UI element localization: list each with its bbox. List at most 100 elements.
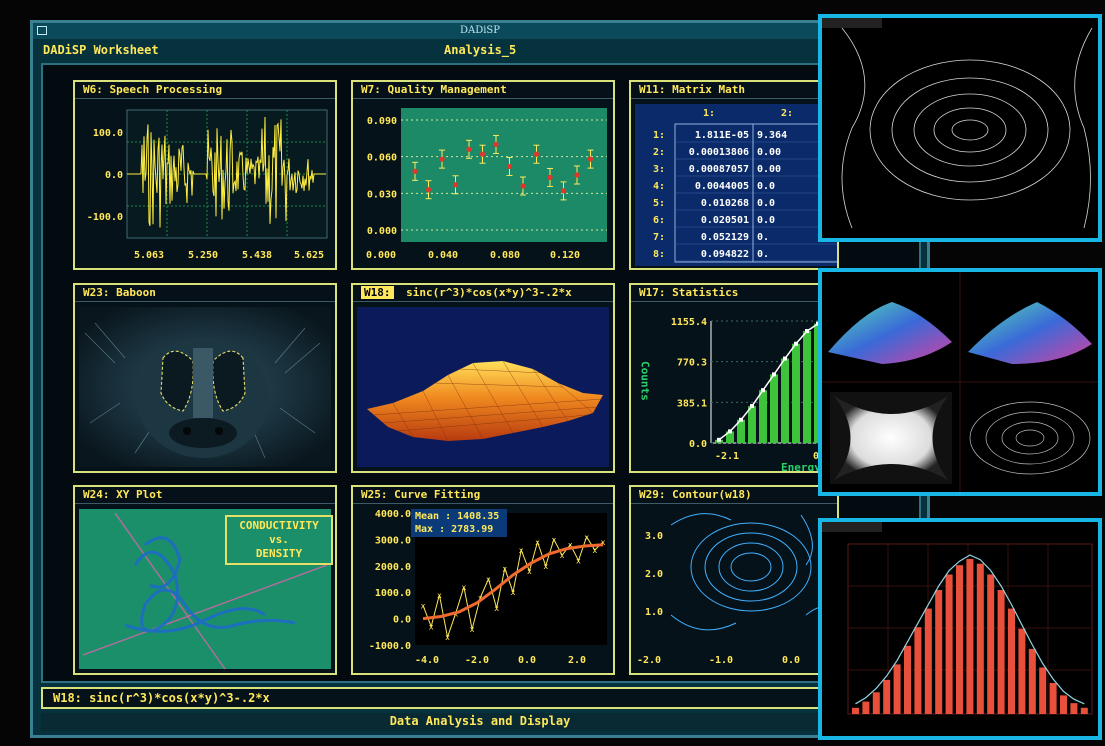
histogram-bar (872, 692, 880, 714)
cell-value: 0.010268 (701, 198, 749, 209)
x-tick-label: 5.438 (242, 250, 272, 261)
window-w6[interactable]: W6: Speech Processing 100.0 0.0 -100.0 5.06… (73, 80, 337, 270)
histogram-bar (1008, 608, 1015, 714)
y-tick-label: 0.0 (689, 439, 707, 450)
window-w7[interactable]: W7: Quality Management 0.090 0.060 0.030 0.… (351, 80, 615, 270)
status-footer: Data Analysis and Display (41, 713, 919, 731)
y-tick-label: 1000.0 (375, 588, 411, 599)
y-tick-label: -100.0 (87, 212, 123, 223)
histogram-bar (997, 590, 1005, 714)
window-w11[interactable]: W11: Matrix Math 1: 2: 1: 1.811E-05 9.364 2: 0… (629, 80, 839, 270)
contour-plot: 3.0 2.0 1.0 -2.0 -1.0 0.0 (637, 513, 837, 666)
data-point (425, 187, 432, 193)
x-tick-label: 5.063 (134, 250, 164, 261)
row-index: 4: (653, 181, 665, 192)
x-tick-label: -2.0 (637, 655, 661, 666)
surface-plot (357, 307, 609, 467)
cell-value: 1.811E-05 (695, 130, 749, 141)
data-point (587, 156, 594, 162)
cell-value: 0.00 (757, 147, 781, 158)
histogram-bar (1080, 707, 1088, 714)
data-point (412, 168, 418, 174)
y-tick-label: 0.030 (367, 189, 397, 200)
row-index: 8: (653, 249, 665, 260)
window-title: W24: XY Plot (75, 487, 335, 504)
window-title: W25: Curve Fitting (353, 487, 613, 504)
multi-view-panel (818, 268, 1102, 496)
x-tick-label: 5.250 (188, 250, 218, 261)
system-menu-icon[interactable] (37, 26, 47, 35)
y-tick-label: 1155.4 (671, 317, 707, 328)
histogram-bar (803, 331, 811, 443)
histogram-bar (956, 565, 963, 714)
cell-value: 0. (757, 249, 769, 260)
cell-value: 0.0 (757, 215, 775, 226)
x-tick-label: 0.0 (518, 655, 536, 666)
y-tick-label: 3000.0 (375, 535, 411, 546)
x-tick-label: -2.1 (715, 451, 739, 462)
dadisp-window: DADiSP DADiSP Worksheet Analysis_5 8-06-… (30, 20, 930, 738)
contour-map-plot (822, 18, 1098, 238)
y-tick-label: 0.060 (367, 153, 397, 164)
window-title: W7: Quality Management (353, 82, 613, 99)
cell-value: 0.00087057 (689, 164, 749, 175)
data-point (533, 151, 540, 157)
x-tick-label: 5.625 (294, 250, 324, 261)
window-w17[interactable]: W17: Statistics 1155.4 770.3 385.1 0.0 Count… (629, 283, 839, 473)
window-w23[interactable]: W23: Baboon (73, 283, 337, 473)
cell-value: 9.364 (757, 130, 787, 141)
data-point (466, 146, 472, 152)
window-w18[interactable]: W18: sinc(r^3)*cos(x*y)^3-.2*x (351, 283, 615, 473)
cell-value: 0. (757, 232, 769, 243)
data-point (560, 188, 567, 194)
x-tick-label: -1.0 (709, 655, 733, 666)
window-title-bar: W18: sinc(r^3)*cos(x*y)^3-.2*x (353, 285, 613, 302)
active-window-tag: W18: (361, 286, 394, 299)
quality-control-plot: 0.090 0.060 0.030 0.000 0.000 0.040 0.080 0.120 (366, 108, 607, 261)
histogram-bar (1039, 667, 1047, 714)
window-title: W17: Statistics (631, 285, 837, 302)
histogram-bar (770, 374, 778, 443)
data-point (439, 156, 445, 162)
window-w25[interactable]: W25: Curve Fitting 4000.0 3000.0 2000.0 100… (351, 485, 615, 675)
stats-box: Mean : 1408.35 Max : 2783.99 (411, 509, 507, 537)
histogram-bar (935, 590, 943, 714)
scene: DADiSP DADiSP Worksheet Analysis_5 8-06-… (0, 0, 1105, 746)
worksheet-name[interactable]: Analysis_5 (444, 43, 516, 57)
histogram-bar (1070, 703, 1078, 714)
x-tick-label: 0.040 (428, 250, 458, 261)
matrix-table: 1: 2: 1: 1.811E-05 9.364 2: 0.00013806 0.00 3: 0.… (635, 104, 837, 266)
title-bar[interactable]: DADiSP (33, 23, 927, 39)
cell-value: 0.00013806 (689, 147, 749, 158)
baboon-image (79, 307, 331, 467)
histogram-bar (966, 559, 974, 714)
data-point (479, 151, 486, 157)
data-point (520, 183, 526, 189)
command-line[interactable]: W18: sinc(r^3)*cos(x*y)^3-.2*x (41, 687, 919, 709)
histogram-bar (976, 563, 984, 714)
window-w29[interactable]: W29: Contour(w18) 3.0 2.0 1.0 -2.0 -1.0 0.0 (629, 485, 839, 675)
system-title: DADiSP (459, 25, 501, 36)
histogram-bar (781, 358, 789, 443)
max-label: Max : 2783.99 (415, 524, 494, 535)
x-tick-label: -2.0 (465, 655, 489, 666)
row-index: 3: (653, 164, 665, 175)
y-tick-label: 770.3 (677, 358, 707, 369)
histogram-bar (883, 679, 891, 714)
window-w24[interactable]: W24: XY Plot CONDUCTIVITY vs. DENSITY (73, 485, 337, 675)
y-tick-label: 0.0 (393, 615, 411, 626)
cell-value: 0.00 (757, 164, 781, 175)
panel-header (822, 522, 882, 532)
data-point: x (470, 625, 475, 634)
speech-waveform-plot: 100.0 0.0 -100.0 5.063 5.250 5.438 5.625 (87, 109, 328, 261)
histogram-bar (904, 645, 911, 714)
x-tick-label: -4.0 (415, 655, 439, 666)
row-index: 1: (653, 130, 665, 141)
data-point (547, 174, 553, 181)
histogram-bar (1049, 683, 1057, 714)
x-tick-label: 0.000 (366, 250, 396, 261)
y-tick-label: 100.0 (93, 128, 123, 139)
x-axis-title: Energy (781, 461, 821, 471)
worksheet-label: DADiSP Worksheet (43, 43, 159, 57)
y-tick-label: 1.0 (645, 607, 663, 618)
